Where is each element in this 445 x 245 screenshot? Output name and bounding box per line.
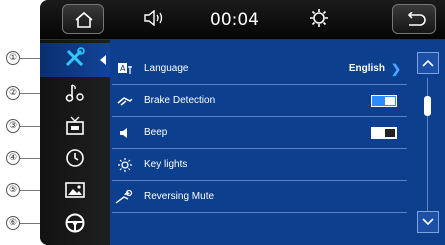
setting-label: Language	[144, 63, 189, 74]
sidebar-item-time[interactable]	[40, 143, 110, 177]
reversing-mute-icon	[112, 189, 138, 205]
picture-icon	[64, 181, 86, 204]
scroll-thumb[interactable]	[424, 96, 431, 116]
sound-settings-icon	[64, 83, 86, 108]
brake-icon	[112, 95, 138, 107]
callout-1: ①	[6, 51, 20, 65]
language-value: English	[348, 63, 385, 74]
settings-list: A Language English ❯ Brake Detection Bee…	[112, 45, 407, 240]
sidebar-item-sound[interactable]	[40, 78, 110, 112]
chevron-up-icon	[422, 54, 434, 72]
settings-row-language[interactable]: A Language English ❯	[112, 53, 407, 85]
setting-label: Key lights	[144, 159, 188, 170]
setting-label: Brake Detection	[144, 95, 216, 106]
brightness-button[interactable]	[305, 0, 333, 40]
callout-4: ④	[6, 151, 20, 165]
sidebar-item-display[interactable]	[40, 175, 110, 209]
home-icon	[63, 5, 105, 35]
svg-text:A: A	[120, 64, 126, 73]
key-lights-icon	[112, 157, 138, 173]
tools-icon	[63, 46, 87, 74]
callout-3: ③	[6, 119, 20, 133]
settings-row-key-lights[interactable]: Key lights	[112, 149, 407, 181]
brake-detection-toggle[interactable]	[371, 94, 397, 107]
settings-sidebar	[40, 40, 110, 245]
brightness-icon	[309, 8, 329, 33]
steering-wheel-icon	[64, 212, 86, 239]
chevron-down-icon	[422, 213, 434, 231]
device-screen: 00:04 A Language English ❯ Brake Detecti…	[40, 0, 445, 245]
back-button[interactable]	[392, 4, 436, 34]
settings-row-reversing-mute[interactable]: Reversing Mute	[112, 181, 407, 213]
scroll-down-button[interactable]	[417, 211, 439, 233]
sidebar-item-steering[interactable]	[40, 208, 110, 242]
sidebar-item-tv[interactable]	[40, 111, 110, 145]
clock-time: 00:04	[210, 10, 259, 30]
scroll-up-button[interactable]	[417, 52, 439, 74]
clock-icon	[65, 148, 85, 173]
volume-icon	[143, 9, 165, 31]
callout-5: ⑤	[6, 183, 20, 197]
sidebar-item-general[interactable]	[40, 43, 110, 77]
home-button[interactable]	[62, 4, 104, 34]
settings-row-brake-detection[interactable]: Brake Detection	[112, 85, 407, 117]
callout-2: ②	[6, 86, 20, 100]
chevron-right-icon: ❯	[390, 61, 401, 76]
settings-row-beep[interactable]: Beep	[112, 117, 407, 149]
scroll-column	[415, 48, 443, 238]
active-indicator-icon	[100, 55, 106, 65]
setting-label: Reversing Mute	[144, 191, 215, 202]
top-bar: 00:04	[40, 0, 445, 40]
beep-toggle[interactable]	[371, 126, 397, 139]
volume-button[interactable]	[140, 0, 168, 40]
back-icon	[393, 5, 437, 35]
tv-icon	[65, 116, 85, 141]
callout-6: ⑥	[6, 216, 20, 230]
beep-icon	[112, 127, 138, 139]
language-icon: A	[112, 62, 138, 76]
setting-label: Beep	[144, 127, 168, 138]
